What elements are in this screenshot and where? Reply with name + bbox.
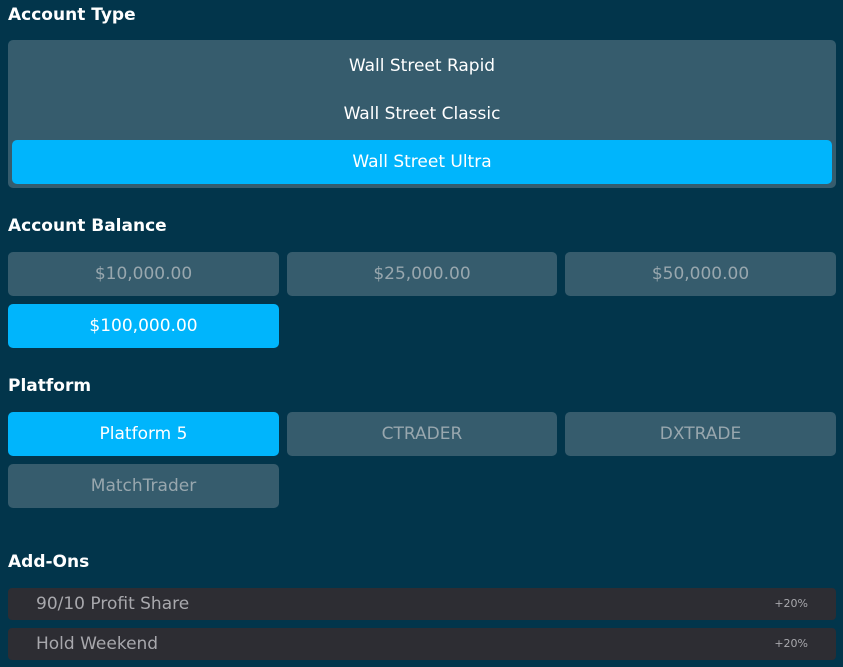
addon-price: +20% xyxy=(774,637,808,650)
platform-option-dxtrade[interactable]: DXTRADE xyxy=(565,412,836,456)
account-type-option-ultra[interactable]: Wall Street Ultra xyxy=(12,140,832,184)
platform-option-platform5[interactable]: Platform 5 xyxy=(8,412,279,456)
addon-hold-weekend[interactable]: Hold Weekend +20% xyxy=(8,628,836,660)
balance-option-100000[interactable]: $100,000.00 xyxy=(8,304,279,348)
addon-label: Hold Weekend xyxy=(36,634,159,654)
balance-option-50000[interactable]: $50,000.00 xyxy=(565,252,836,296)
account-type-selector: Wall Street Rapid Wall Street Classic Wa… xyxy=(8,40,836,188)
addon-label: 90/10 Profit Share xyxy=(36,594,190,614)
platform-option-ctrader[interactable]: CTRADER xyxy=(287,412,557,456)
platform-heading: Platform xyxy=(8,376,92,396)
account-type-heading: Account Type xyxy=(8,5,136,25)
addons-heading: Add-Ons xyxy=(8,552,90,572)
account-balance-heading: Account Balance xyxy=(8,216,167,236)
platform-option-matchtrader[interactable]: MatchTrader xyxy=(8,464,279,508)
checkout-options-page: Account Type Wall Street Rapid Wall Stre… xyxy=(0,0,843,667)
account-type-option-rapid[interactable]: Wall Street Rapid xyxy=(12,44,832,88)
balance-option-25000[interactable]: $25,000.00 xyxy=(287,252,557,296)
addon-price: +20% xyxy=(774,597,808,610)
addon-profit-share[interactable]: 90/10 Profit Share +20% xyxy=(8,588,836,620)
balance-option-10000[interactable]: $10,000.00 xyxy=(8,252,279,296)
account-type-option-classic[interactable]: Wall Street Classic xyxy=(12,92,832,136)
